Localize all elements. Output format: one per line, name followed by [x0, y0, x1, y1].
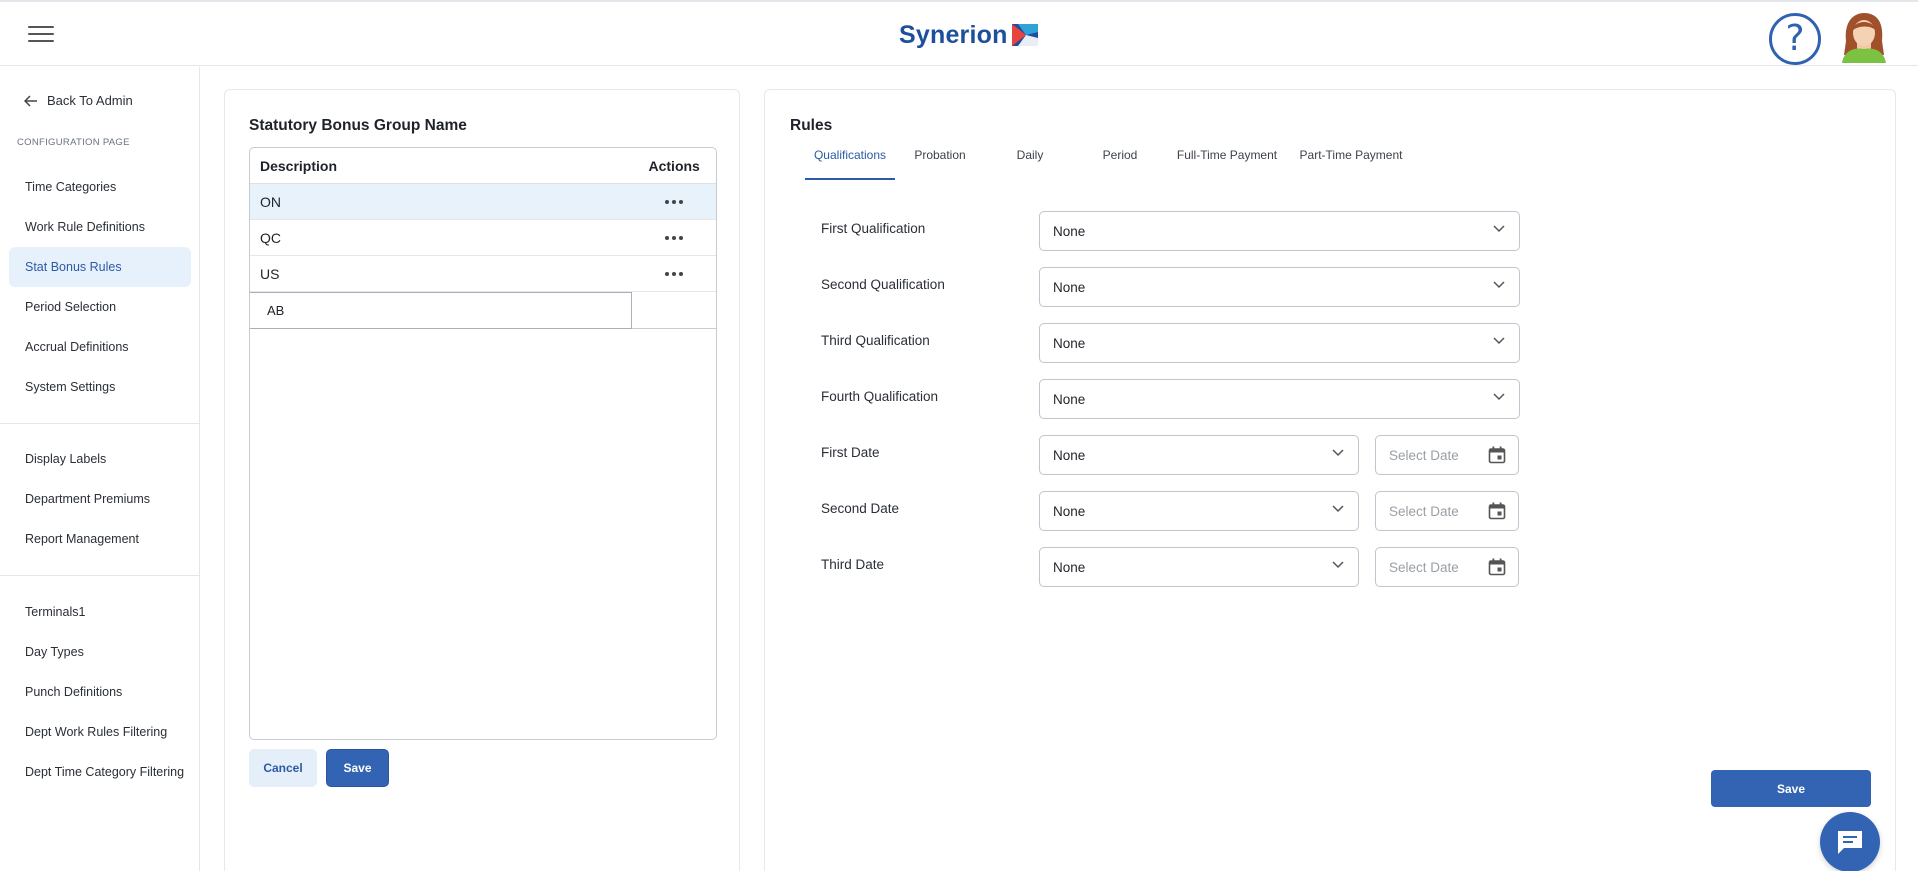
first-date-select[interactable]: None — [1039, 435, 1359, 475]
new-row-actions-cell — [632, 292, 716, 328]
second-qualification-select[interactable]: None — [1039, 267, 1520, 307]
table-row[interactable]: ON — [250, 184, 716, 220]
calendar-icon[interactable] — [1488, 446, 1506, 464]
sidebar-item-work-rule-definitions[interactable]: Work Rule Definitions — [9, 207, 191, 247]
chevron-down-icon — [1493, 281, 1505, 289]
field-label: Third Date — [821, 557, 885, 572]
row-description: ON — [260, 193, 281, 210]
new-row-editor — [250, 292, 716, 329]
row-description: QC — [260, 229, 281, 246]
third-qualification-select[interactable]: None — [1039, 323, 1520, 363]
section-label: CONFIGURATION PAGE — [17, 137, 130, 148]
sidebar-item-display-labels[interactable]: Display Labels — [9, 439, 191, 479]
sidebar-item-accrual-definitions[interactable]: Accrual Definitions — [9, 327, 191, 367]
panel-title: Statutory Bonus Group Name — [249, 117, 467, 134]
rules-title: Rules — [790, 117, 833, 134]
back-label: Back To Admin — [47, 93, 133, 108]
field-label: Third Qualification — [821, 333, 930, 348]
first-qualification-select[interactable]: None — [1039, 211, 1520, 251]
field-label: First Qualification — [821, 221, 926, 236]
brand-logo[interactable]: Synerion — [899, 20, 1038, 50]
chevron-down-icon — [1493, 393, 1505, 401]
tab-period[interactable]: Period — [1075, 140, 1165, 180]
select-value: None — [1053, 335, 1086, 351]
hamburger-icon[interactable] — [28, 26, 54, 44]
sidebar-item-system-settings[interactable]: System Settings — [9, 367, 191, 407]
new-description-input[interactable] — [250, 292, 633, 329]
select-value: None — [1053, 503, 1086, 519]
sidebar-item-day-types[interactable]: Day Types — [9, 632, 191, 672]
cancel-button[interactable]: Cancel — [249, 749, 317, 787]
field-label: Second Qualification — [821, 277, 945, 292]
brand-name: Synerion — [899, 20, 1008, 49]
sidebar: Back To Admin CONFIGURATION PAGE Time Ca… — [0, 67, 200, 871]
sidebar-item-punch-definitions[interactable]: Punch Definitions — [9, 672, 191, 712]
column-header-actions: Actions — [648, 157, 700, 174]
date-placeholder: Select Date — [1389, 503, 1459, 519]
select-value: None — [1053, 279, 1086, 295]
chat-button[interactable] — [1820, 812, 1880, 871]
table-row[interactable]: QC — [250, 220, 716, 256]
third-date-select[interactable]: None — [1039, 547, 1359, 587]
sidebar-item-dept-work-rules-filtering[interactable]: Dept Work Rules Filtering — [9, 712, 191, 752]
field-label: Second Date — [821, 501, 900, 516]
field-label: Fourth Qualification — [821, 389, 939, 404]
bonus-group-panel: Statutory Bonus Group Name Description A… — [224, 89, 740, 871]
more-actions-icon[interactable] — [632, 199, 716, 204]
save-button[interactable]: Save — [326, 749, 389, 787]
date-placeholder: Select Date — [1389, 559, 1459, 575]
sidebar-item-report-management[interactable]: Report Management — [9, 519, 191, 559]
rules-panel: Rules Qualifications Probation Daily Per… — [764, 89, 1896, 871]
brand-flag-icon — [1011, 24, 1038, 46]
field-label: First Date — [821, 445, 880, 460]
chevron-down-icon — [1332, 561, 1344, 569]
select-value: None — [1053, 391, 1086, 407]
chat-icon — [1838, 831, 1862, 854]
chevron-down-icon — [1332, 505, 1344, 513]
second-date-select[interactable]: None — [1039, 491, 1359, 531]
date-placeholder: Select Date — [1389, 447, 1459, 463]
column-header-description[interactable]: Description — [250, 158, 632, 174]
sidebar-item-dept-time-category-filtering[interactable]: Dept Time Category Filtering — [9, 752, 191, 792]
bonus-group-table: Description Actions ON QC US — [249, 147, 717, 740]
save-rules-button[interactable]: Save — [1711, 770, 1871, 807]
first-date-picker[interactable]: Select Date — [1375, 435, 1519, 475]
chevron-down-icon — [1493, 225, 1505, 233]
third-date-picker[interactable]: Select Date — [1375, 547, 1519, 587]
back-to-admin-link[interactable]: Back To Admin — [24, 93, 133, 108]
sidebar-item-time-categories[interactable]: Time Categories — [9, 167, 191, 207]
tab-daily[interactable]: Daily — [985, 140, 1075, 180]
help-icon[interactable]: ? — [1769, 13, 1821, 65]
arrow-left-icon — [24, 94, 37, 107]
sidebar-divider — [0, 575, 199, 576]
table-row[interactable]: US — [250, 256, 716, 292]
chevron-down-icon — [1332, 449, 1344, 457]
select-value: None — [1053, 223, 1086, 239]
row-description: US — [260, 265, 280, 282]
more-actions-icon[interactable] — [632, 235, 716, 240]
fourth-qualification-select[interactable]: None — [1039, 379, 1520, 419]
sidebar-item-period-selection[interactable]: Period Selection — [9, 287, 191, 327]
calendar-icon[interactable] — [1488, 558, 1506, 576]
sidebar-item-department-premiums[interactable]: Department Premiums — [9, 479, 191, 519]
calendar-icon[interactable] — [1488, 502, 1506, 520]
chevron-down-icon — [1493, 337, 1505, 345]
more-actions-icon[interactable] — [632, 271, 716, 276]
select-value: None — [1053, 447, 1086, 463]
sidebar-item-stat-bonus-rules[interactable]: Stat Bonus Rules — [9, 247, 191, 287]
top-bar: Synerion ? — [0, 0, 1918, 66]
sidebar-item-terminals[interactable]: Terminals1 — [9, 592, 191, 632]
tab-qualifications[interactable]: Qualifications — [805, 140, 895, 180]
sidebar-divider — [0, 423, 199, 424]
table-header: Description Actions — [250, 148, 716, 184]
select-value: None — [1053, 559, 1086, 575]
tab-full-time-payment[interactable]: Full-Time Payment — [1165, 140, 1289, 180]
tab-probation[interactable]: Probation — [895, 140, 985, 180]
avatar[interactable] — [1838, 11, 1890, 63]
second-date-picker[interactable]: Select Date — [1375, 491, 1519, 531]
tab-part-time-payment[interactable]: Part-Time Payment — [1289, 140, 1413, 180]
